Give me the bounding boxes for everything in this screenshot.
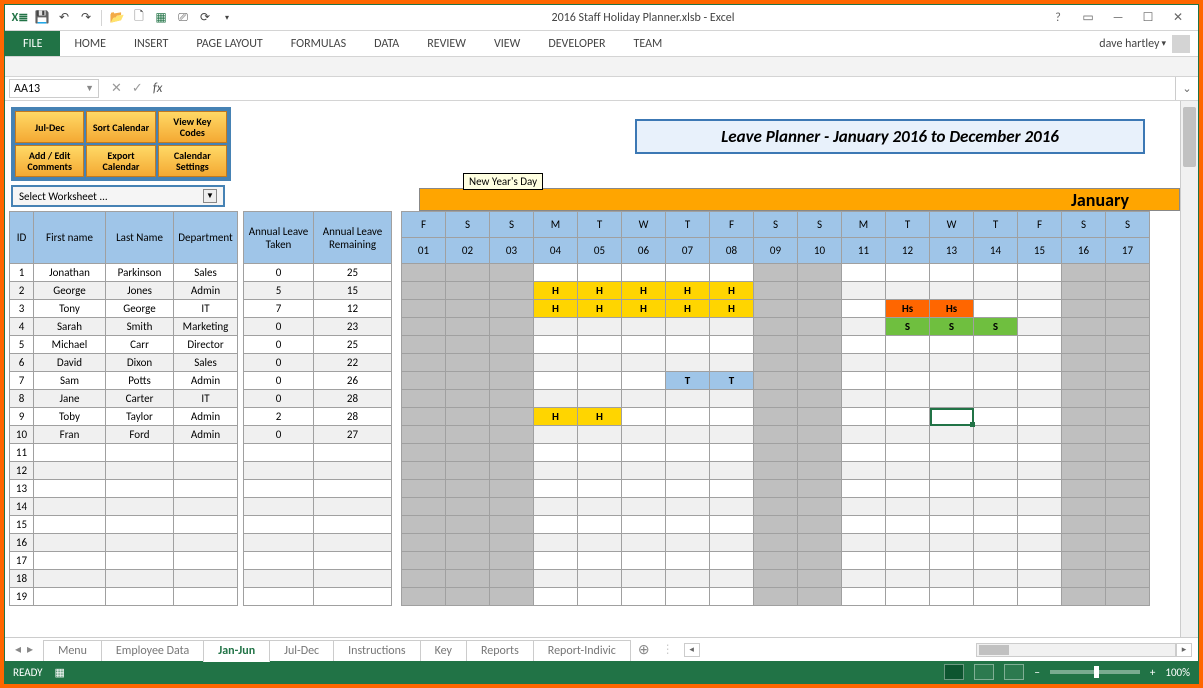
table-row[interactable]: 7SamPottsAdmin026TT <box>10 372 1150 390</box>
ribbon-tab-view[interactable]: VIEW <box>480 31 534 56</box>
sheet-tab[interactable]: Key <box>420 640 467 661</box>
sheet-tab[interactable]: Instructions <box>333 640 420 661</box>
table-row[interactable]: 13 <box>10 480 1150 498</box>
sheet-tab-strip: ◂ ▸ MenuEmployee DataJan-JunJul-DecInstr… <box>5 637 1198 661</box>
window-title: 2016 Staff Holiday Planner.xlsb - Excel <box>242 11 1044 25</box>
new-icon[interactable]: 🗋 <box>130 9 148 27</box>
ribbon-tab-review[interactable]: REVIEW <box>413 31 480 56</box>
vertical-scrollbar[interactable] <box>1180 101 1198 637</box>
status-bar: READY ▦ − + 100% <box>5 661 1198 683</box>
view-pagelayout-icon[interactable] <box>974 664 994 680</box>
zoom-slider[interactable] <box>1050 670 1140 674</box>
formula-bar-row: AA13▼ ✕ ✓ fx ⌄ <box>5 77 1198 101</box>
table-row[interactable]: 12 <box>10 462 1150 480</box>
help-icon[interactable]: ? <box>1044 8 1072 28</box>
quick-access-toolbar: X≣ 💾 ↶ ↷ 📂 🗋 ▦ ⎚ ⟳ ▾ <box>5 9 242 27</box>
macro-record-icon[interactable]: ▦ <box>55 666 65 679</box>
zoom-out-icon[interactable]: − <box>1034 666 1039 679</box>
export-calendar-button[interactable]: Export Calendar <box>86 145 155 177</box>
macro-icon[interactable]: ⎚ <box>174 9 192 27</box>
refresh-icon[interactable]: ⟳ <box>196 9 214 27</box>
minimize-icon[interactable]: — <box>1104 8 1132 28</box>
sheet-tab[interactable]: Employee Data <box>101 640 204 661</box>
qat-dropdown-icon[interactable]: ▾ <box>218 9 236 27</box>
ribbon-tabs: FILE HOME INSERT PAGE LAYOUT FORMULAS DA… <box>5 31 1198 57</box>
excel-window: X≣ 💾 ↶ ↷ 📂 🗋 ▦ ⎚ ⟳ ▾ 2016 Staff Holiday … <box>4 4 1199 684</box>
ribbon-options-icon[interactable]: ▭ <box>1074 8 1102 28</box>
status-ready: READY <box>13 666 43 679</box>
juldec-button[interactable]: Jul-Dec <box>15 111 84 143</box>
format-icon[interactable]: ▦ <box>152 9 170 27</box>
ribbon-tab-team[interactable]: TEAM <box>620 31 677 56</box>
table-row[interactable]: 4SarahSmithMarketing023SSS <box>10 318 1150 336</box>
custom-toolbar-panel: Jul-Dec Sort Calendar View Key Codes Add… <box>11 107 231 207</box>
table-row[interactable]: 5MichaelCarrDirector025 <box>10 336 1150 354</box>
ribbon-tab-formulas[interactable]: FORMULAS <box>277 31 360 56</box>
view-key-codes-button[interactable]: View Key Codes <box>158 111 227 143</box>
table-row[interactable]: 8JaneCarterIT028 <box>10 390 1150 408</box>
user-name[interactable]: dave hartley <box>1099 37 1159 51</box>
table-row[interactable]: 19 <box>10 588 1150 606</box>
table-row[interactable]: 2GeorgeJonesAdmin515HHHHH <box>10 282 1150 300</box>
ribbon-tab-insert[interactable]: INSERT <box>120 31 182 56</box>
hscroll-right-icon[interactable]: ▸ <box>1176 643 1192 657</box>
sheet-tab[interactable]: Jul-Dec <box>269 640 334 661</box>
title-bar: X≣ 💾 ↶ ↷ 📂 🗋 ▦ ⎚ ⟳ ▾ 2016 Staff Holiday … <box>5 5 1198 31</box>
table-row[interactable]: 1JonathanParkinsonSales025 <box>10 264 1150 282</box>
ribbon-tab-developer[interactable]: DEVELOPER <box>534 31 619 56</box>
planner-title: Leave Planner - January 2016 to December… <box>635 119 1145 154</box>
name-box[interactable]: AA13▼ <box>9 79 99 98</box>
maximize-icon[interactable]: ☐ <box>1134 8 1162 28</box>
sort-calendar-button[interactable]: Sort Calendar <box>86 111 155 143</box>
table-row[interactable]: 15 <box>10 516 1150 534</box>
planner-grid[interactable]: IDFirst nameLast NameDepartmentAnnual Le… <box>9 211 1150 606</box>
sheet-tab[interactable]: Report-Indivic <box>533 640 631 661</box>
chevron-down-icon: ▼ <box>203 189 217 203</box>
open-icon[interactable]: 📂 <box>108 9 126 27</box>
save-icon[interactable]: 💾 <box>33 9 51 27</box>
tab-nav-last-icon[interactable]: ▸ <box>27 642 33 657</box>
sheet-tab[interactable]: Jan-Jun <box>203 640 270 662</box>
table-row[interactable]: 14 <box>10 498 1150 516</box>
undo-icon[interactable]: ↶ <box>55 9 73 27</box>
file-tab[interactable]: FILE <box>5 31 60 56</box>
formula-input[interactable] <box>170 77 1176 100</box>
table-row[interactable]: 16 <box>10 534 1150 552</box>
hscroll-left-icon[interactable]: ◂ <box>684 643 700 657</box>
table-row[interactable]: 3TonyGeorgeIT712HHHHHHsHs <box>10 300 1150 318</box>
view-normal-icon[interactable] <box>944 664 964 680</box>
fx-icon[interactable]: fx <box>153 81 163 96</box>
close-icon[interactable]: ✕ <box>1164 8 1192 28</box>
ribbon-tab-home[interactable]: HOME <box>60 31 120 56</box>
excel-icon: X≣ <box>11 9 29 27</box>
sheet-tab[interactable]: Reports <box>466 640 534 661</box>
calendar-settings-button[interactable]: Calendar Settings <box>158 145 227 177</box>
table-row[interactable]: 17 <box>10 552 1150 570</box>
workarea: Jul-Dec Sort Calendar View Key Codes Add… <box>5 101 1198 637</box>
worksheet-selector[interactable]: Select Worksheet ... ▼ <box>11 185 225 207</box>
avatar[interactable] <box>1172 35 1190 53</box>
table-row[interactable]: 6DavidDixonSales022 <box>10 354 1150 372</box>
table-row[interactable]: 9TobyTaylorAdmin228HH <box>10 408 1150 426</box>
formula-expand-icon[interactable]: ⌄ <box>1176 77 1198 100</box>
month-strip: January <box>419 188 1180 211</box>
tab-nav-first-icon[interactable]: ◂ <box>15 642 21 657</box>
new-sheet-button[interactable]: ⊕ <box>630 641 658 658</box>
enter-formula-icon[interactable]: ✓ <box>132 81 143 96</box>
view-pagebreak-icon[interactable] <box>1004 664 1024 680</box>
zoom-in-icon[interactable]: + <box>1150 666 1155 679</box>
table-row[interactable]: 10FranFordAdmin027 <box>10 426 1150 444</box>
cancel-formula-icon[interactable]: ✕ <box>111 81 122 96</box>
add-edit-comments-button[interactable]: Add / Edit Comments <box>15 145 84 177</box>
ribbon-tab-data[interactable]: DATA <box>360 31 413 56</box>
ribbon-tab-pagelayout[interactable]: PAGE LAYOUT <box>182 31 276 56</box>
newyear-tooltip: New Year's Day <box>463 173 543 190</box>
table-row[interactable]: 11 <box>10 444 1150 462</box>
horizontal-scrollbar[interactable] <box>976 643 1176 657</box>
sheet-tab[interactable]: Menu <box>43 640 102 661</box>
ribbon-body <box>5 57 1198 77</box>
redo-icon[interactable]: ↷ <box>77 9 95 27</box>
table-row[interactable]: 18 <box>10 570 1150 588</box>
zoom-level[interactable]: 100% <box>1165 666 1190 679</box>
